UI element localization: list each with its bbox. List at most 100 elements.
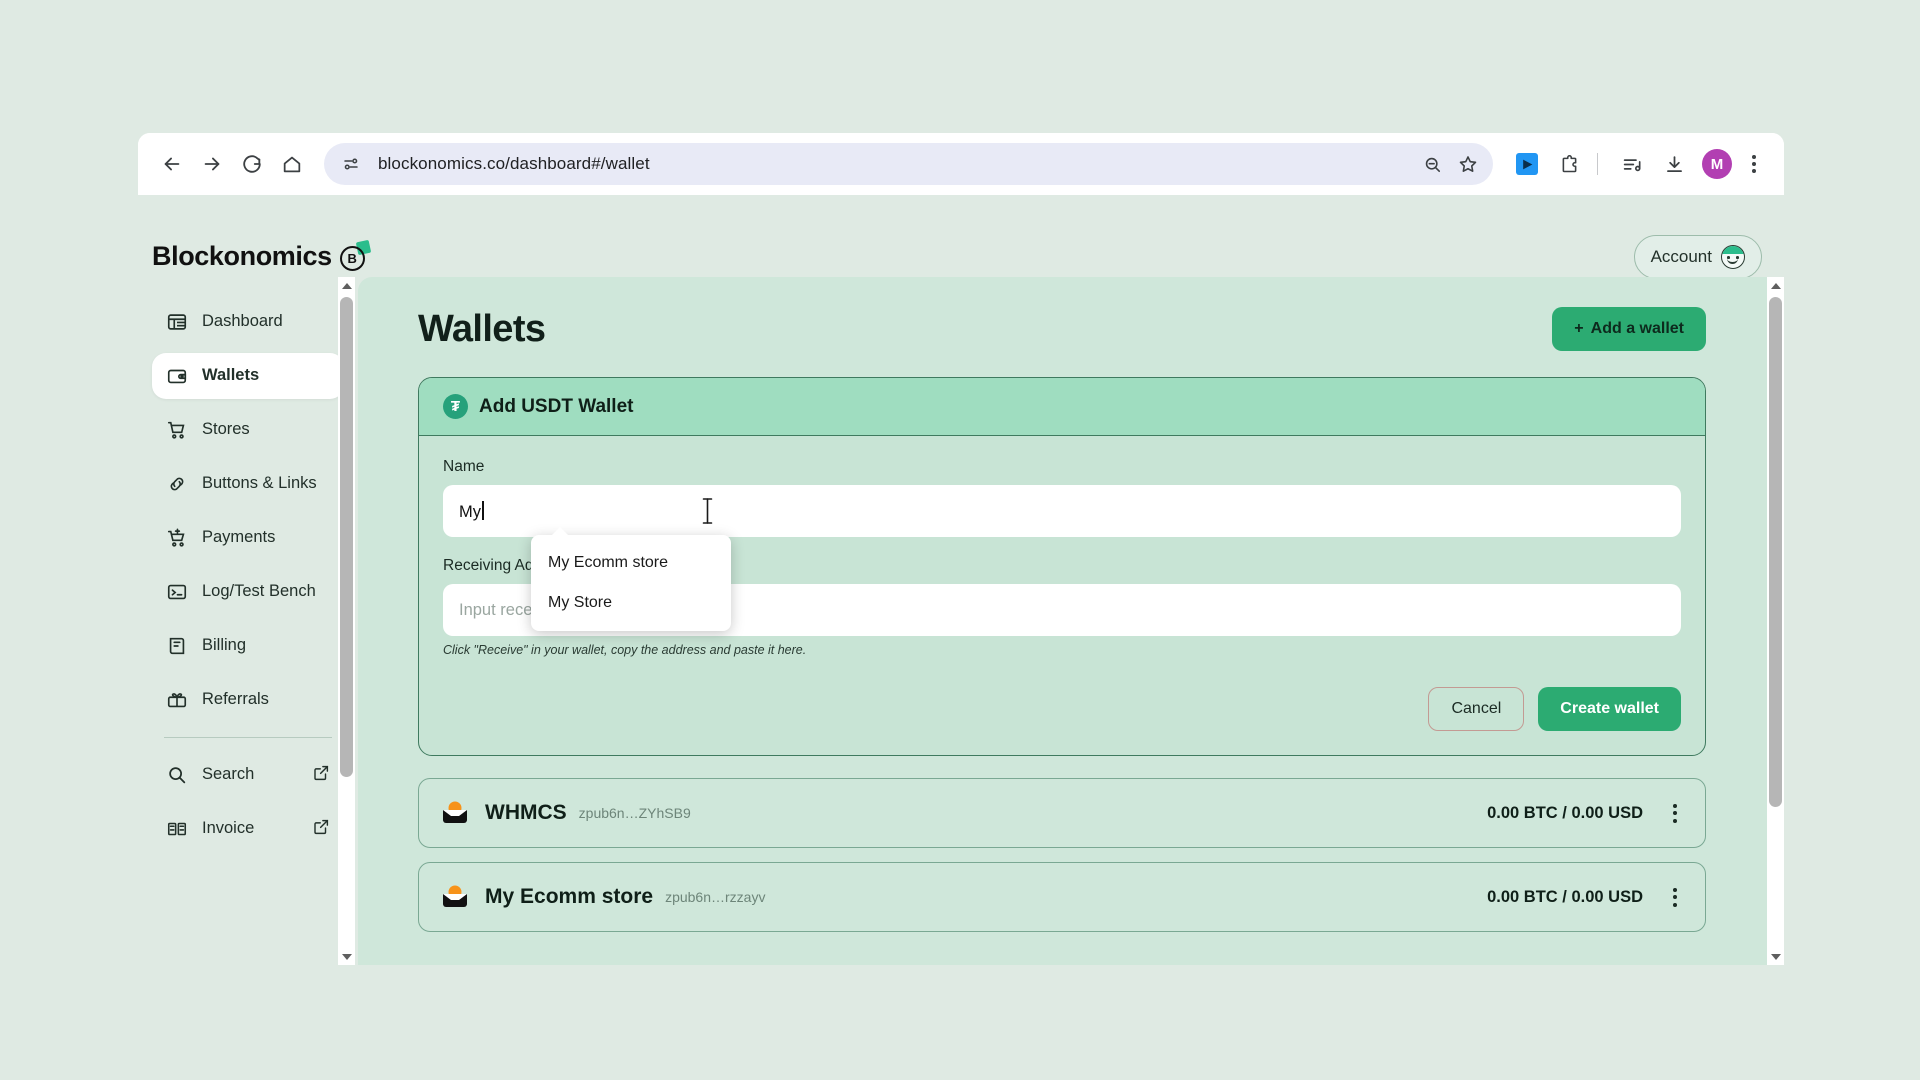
dashboard-icon [167, 314, 187, 330]
autofill-option[interactable]: My Ecomm store [531, 543, 731, 583]
home-button[interactable] [272, 144, 312, 184]
sidebar-item-invoice[interactable]: Invoice [152, 806, 344, 852]
plus-icon: + [1574, 320, 1584, 337]
reading-list-icon[interactable] [1614, 146, 1650, 182]
address-bar[interactable]: blockonomics.co/dashboard#/wallet [324, 143, 1493, 185]
add-usdt-wallet-title: Add USDT Wallet [479, 395, 634, 417]
external-link-icon [314, 765, 329, 781]
sidebar-item-wallets[interactable]: Wallets [152, 353, 344, 399]
wallet-row[interactable]: WHMCS zpub6n…ZYhSB9 0.00 BTC / 0.00 USD [418, 778, 1706, 848]
wallet-row-menu-icon[interactable] [1665, 803, 1685, 823]
bookmark-star-icon[interactable] [1451, 147, 1485, 181]
sidebar-item-referrals[interactable]: Referrals [152, 677, 344, 723]
scroll-up-arrow-icon[interactable] [338, 277, 355, 294]
site-settings-icon[interactable] [338, 151, 364, 177]
media-player-extension-icon[interactable] [1509, 146, 1545, 182]
gift-icon [167, 693, 187, 708]
name-label: Name [443, 458, 485, 475]
sidebar: Dashboard Wallets Stores Buttons & Links… [138, 277, 358, 965]
create-wallet-button[interactable]: Create wallet [1538, 687, 1681, 731]
zoom-out-icon[interactable] [1415, 147, 1449, 181]
sidebar-item-label: Referrals [202, 690, 269, 708]
blockonomics-logo[interactable]: Blockonomics B [152, 239, 371, 272]
scroll-down-arrow-icon[interactable] [1767, 948, 1784, 965]
wallet-balance: 0.00 BTC / 0.00 USD [1487, 887, 1643, 906]
sidebar-item-billing[interactable]: Billing [152, 623, 344, 669]
cancel-button[interactable]: Cancel [1428, 687, 1525, 731]
account-label: Account [1650, 247, 1712, 266]
sidebar-item-label: Stores [202, 420, 250, 438]
logo-text: Blockonomics [152, 241, 332, 271]
wallet-name: My Ecomm store [485, 885, 654, 908]
toolbar-divider [1597, 153, 1598, 175]
avatar [1721, 245, 1745, 269]
sidebar-scrollbar-thumb[interactable] [340, 297, 353, 777]
add-usdt-wallet-card-header: ₮ Add USDT Wallet [419, 378, 1705, 436]
text-caret [482, 500, 484, 520]
three-dot-menu-icon[interactable] [1738, 146, 1770, 182]
sidebar-divider [164, 737, 332, 738]
mouse-text-cursor-icon [701, 496, 714, 526]
sidebar-item-log-test-bench[interactable]: Log/Test Bench [152, 569, 344, 615]
bitcoin-wallet-icon [443, 801, 467, 823]
link-icon [170, 477, 184, 491]
sidebar-item-label: Log/Test Bench [202, 582, 316, 600]
sidebar-item-label: Search [202, 765, 255, 783]
autofill-dropdown[interactable]: My Ecomm store My Store [531, 527, 731, 631]
cart-plus-icon [167, 528, 185, 547]
sidebar-scrollbar[interactable] [338, 277, 355, 965]
logo-mark-letter: B [339, 245, 365, 271]
sidebar-item-label: Invoice [202, 819, 255, 837]
scroll-down-arrow-icon[interactable] [338, 948, 355, 965]
sidebar-item-dashboard[interactable]: Dashboard [152, 299, 344, 345]
main-content: Wallets + Add a wallet ₮ Add USDT Wallet [358, 277, 1784, 965]
downloads-icon[interactable] [1656, 146, 1692, 182]
name-input[interactable]: My [443, 485, 1681, 537]
wallet-row[interactable]: My Ecomm store zpub6n…rzzayv 0.00 BTC / … [418, 862, 1706, 932]
billing-icon [169, 637, 185, 655]
reload-icon [243, 155, 261, 173]
account-button[interactable]: Account [1633, 235, 1762, 279]
form-actions: Cancel Create wallet [443, 687, 1681, 731]
back-arrow-icon [164, 157, 180, 171]
external-link-icon [314, 819, 329, 835]
sidebar-item-label: Dashboard [202, 312, 283, 330]
add-a-wallet-label: Add a wallet [1590, 320, 1684, 337]
wallet-xpub: zpub6n…ZYhSB9 [578, 805, 691, 821]
sidebar-item-label: Buttons & Links [202, 474, 317, 492]
sidebar-item-label: Billing [202, 636, 247, 654]
name-field-group: Name My [443, 458, 1681, 537]
autofill-option[interactable]: My Store [531, 583, 731, 623]
forward-arrow-icon [204, 157, 220, 171]
sidebar-item-buttons-links[interactable]: Buttons & Links [152, 461, 344, 507]
wallet-xpub: zpub6n…rzzayv [665, 889, 766, 905]
web-page: Blockonomics B Account Dashboard Wallets… [138, 195, 1784, 965]
page-header-row: Wallets + Add a wallet [418, 307, 1706, 351]
wallet-name: WHMCS [485, 801, 567, 824]
name-input-value: My [459, 502, 481, 521]
add-a-wallet-button[interactable]: + Add a wallet [1552, 307, 1706, 351]
sidebar-item-label: Wallets [202, 366, 260, 384]
search-icon [169, 767, 186, 784]
reload-button[interactable] [232, 144, 272, 184]
sidebar-item-payments[interactable]: Payments [152, 515, 344, 561]
sidebar-item-stores[interactable]: Stores [152, 407, 344, 453]
main-scrollbar[interactable] [1767, 277, 1784, 965]
add-usdt-wallet-card: ₮ Add USDT Wallet Name My Receiving Addr… [418, 377, 1706, 756]
home-icon [283, 156, 301, 173]
wallet-row-menu-icon[interactable] [1665, 887, 1685, 907]
profile-avatar[interactable]: M [1702, 149, 1732, 179]
app-header: Blockonomics B Account [138, 195, 1784, 279]
page-title: Wallets [418, 307, 546, 350]
sidebar-item-search[interactable]: Search [152, 752, 344, 798]
invoice-icon [167, 822, 187, 836]
scroll-up-arrow-icon[interactable] [1767, 277, 1784, 294]
forward-button[interactable] [192, 144, 232, 184]
main-scrollbar-thumb[interactable] [1769, 297, 1782, 807]
extensions-puzzle-icon[interactable] [1551, 146, 1587, 182]
back-button[interactable] [152, 144, 192, 184]
sidebar-item-label: Payments [202, 528, 276, 546]
receiving-address-hint: Click "Receive" in your wallet, copy the… [443, 643, 807, 657]
terminal-icon [167, 584, 187, 600]
address-bar-url[interactable]: blockonomics.co/dashboard#/wallet [378, 154, 1415, 174]
